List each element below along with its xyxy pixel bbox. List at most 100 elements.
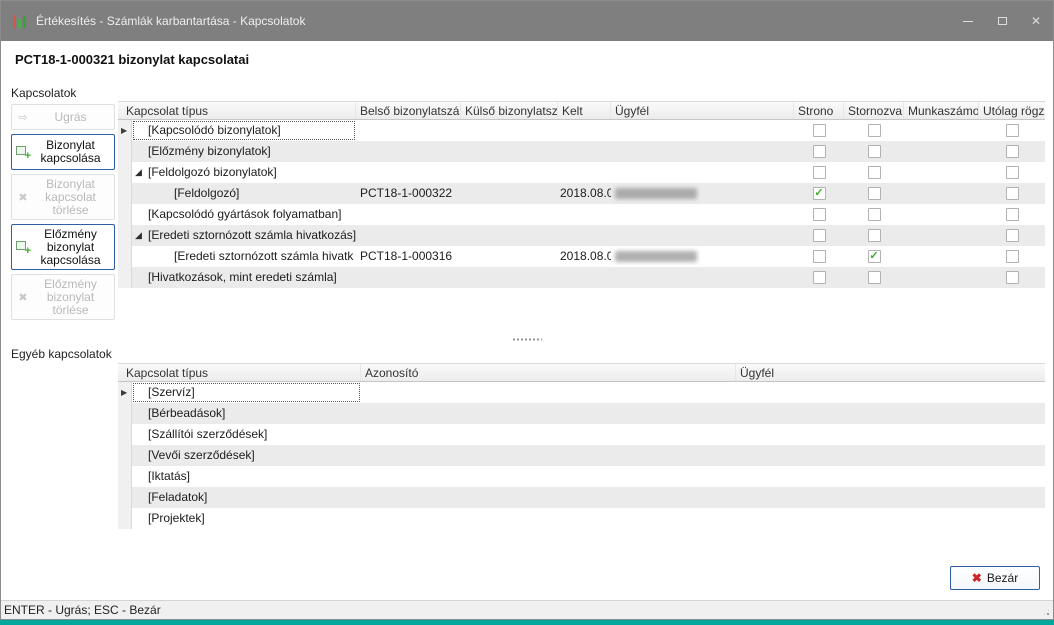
cell-ugyfel[interactable] <box>736 424 1045 445</box>
cell-belso_bizonylatszam[interactable] <box>356 141 461 162</box>
table-row[interactable]: ◢[Eredeti sztornózott számla hivatkozás] <box>118 225 1045 246</box>
cell-ugyfel[interactable] <box>736 382 1045 403</box>
cell-ugyfel[interactable] <box>736 445 1045 466</box>
checkbox-strono[interactable] <box>813 166 826 179</box>
cell-kulso_bizonylatszam[interactable] <box>461 267 558 288</box>
checkbox-strono[interactable] <box>813 250 826 263</box>
cell-munkaszamok[interactable] <box>904 225 979 246</box>
close-dialog-button[interactable]: ✖ Bezár <box>950 566 1040 590</box>
cell-kapcsolat-tipus[interactable]: [Hivatkozások, mint eredeti számla] <box>132 267 356 288</box>
table-row[interactable]: [Bérbeadások] <box>118 403 1045 424</box>
cell-kelt[interactable] <box>558 225 611 246</box>
cell-utolag[interactable] <box>979 120 1045 141</box>
cell-belso_bizonylatszam[interactable] <box>356 204 461 225</box>
cell-munkaszamok[interactable] <box>904 204 979 225</box>
checkbox-stornozva[interactable] <box>868 124 881 137</box>
cell-ugyfel[interactable] <box>611 204 794 225</box>
cell-stornozva[interactable] <box>844 120 904 141</box>
cell-stornozva[interactable] <box>844 225 904 246</box>
checkbox-utolag[interactable] <box>1006 124 1019 137</box>
cell-stornozva[interactable] <box>844 204 904 225</box>
table-row[interactable]: [Feldolgozó]PCT18-1-000322 2018.08.09. ✓ <box>118 183 1045 204</box>
cell-munkaszamok[interactable] <box>904 120 979 141</box>
link-predecessor-button[interactable]: + Előzmény bizonylat kapcsolása <box>11 224 115 270</box>
cell-strono[interactable] <box>794 246 844 267</box>
cell-strono[interactable] <box>794 141 844 162</box>
checkbox-utolag[interactable] <box>1006 229 1019 242</box>
table-row[interactable]: [Projektek] <box>118 508 1045 529</box>
cell-belso_bizonylatszam[interactable] <box>356 162 461 183</box>
cell-azonosito[interactable] <box>361 445 736 466</box>
cell-azonosito[interactable] <box>361 487 736 508</box>
cell-ugyfel[interactable] <box>736 466 1045 487</box>
checkbox-utolag[interactable] <box>1006 187 1019 200</box>
cell-kulso_bizonylatszam[interactable] <box>461 141 558 162</box>
cell-utolag[interactable] <box>979 225 1045 246</box>
cell-azonosito[interactable] <box>361 403 736 424</box>
cell-kapcsolat-tipus[interactable]: [Kapcsolódó bizonylatok] <box>132 120 356 141</box>
cell-kapcsolat-tipus[interactable]: [Szállítói szerződések] <box>132 424 361 445</box>
checkbox-utolag[interactable] <box>1006 208 1019 221</box>
table-row[interactable]: [Eredeti sztornózott számla hivatkPCT18-… <box>118 246 1045 267</box>
delete-document-link-button[interactable]: ✖ Bizonylat kapcsolat törlése <box>11 174 115 220</box>
table-row[interactable]: [Iktatás] <box>118 466 1045 487</box>
cell-strono[interactable] <box>794 162 844 183</box>
cell-utolag[interactable] <box>979 267 1045 288</box>
title-bar[interactable]: Értékesítés - Számlák karbantartása - Ka… <box>1 1 1053 41</box>
minimize-button[interactable] <box>951 1 985 41</box>
cell-ugyfel[interactable] <box>736 403 1045 424</box>
delete-predecessor-button[interactable]: ✖ Előzmény bizonylat törlése <box>11 274 115 320</box>
cell-kelt[interactable] <box>558 120 611 141</box>
cell-kulso_bizonylatszam[interactable] <box>461 246 558 267</box>
cell-munkaszamok[interactable] <box>904 162 979 183</box>
cell-kelt[interactable] <box>558 141 611 162</box>
checkbox-stornozva[interactable]: ✓ <box>868 250 881 263</box>
column-header-kapcsolat-tipus[interactable]: Kapcsolat típus <box>118 102 356 119</box>
jump-button[interactable]: ⇨ Ugrás <box>11 104 115 130</box>
cell-kapcsolat-tipus[interactable]: [Feldolgozó] <box>132 183 356 204</box>
cell-kapcsolat-tipus[interactable]: [Feladatok] <box>132 487 361 508</box>
cell-utolag[interactable] <box>979 183 1045 204</box>
cell-kelt[interactable]: 2018.08.09. <box>558 183 611 204</box>
cell-kapcsolat-tipus[interactable]: [Iktatás] <box>132 466 361 487</box>
checkbox-utolag[interactable] <box>1006 145 1019 158</box>
checkbox-stornozva[interactable] <box>868 229 881 242</box>
column-header-strono[interactable]: Strono <box>794 102 844 119</box>
checkbox-strono[interactable]: ✓ <box>813 187 826 200</box>
cell-munkaszamok[interactable] <box>904 141 979 162</box>
cell-belso_bizonylatszam[interactable] <box>356 120 461 141</box>
cell-strono[interactable] <box>794 204 844 225</box>
checkbox-strono[interactable] <box>813 124 826 137</box>
cell-belso_bizonylatszam[interactable]: PCT18-1-000322 <box>356 183 461 204</box>
cell-munkaszamok[interactable] <box>904 267 979 288</box>
table-row[interactable]: [Előzmény bizonylatok] <box>118 141 1045 162</box>
checkbox-strono[interactable] <box>813 271 826 284</box>
column-header-kelt[interactable]: Kelt <box>558 102 611 119</box>
table-row[interactable]: [Szállítói szerződések] <box>118 424 1045 445</box>
table-row[interactable]: [Vevői szerződések] <box>118 445 1045 466</box>
cell-strono[interactable] <box>794 225 844 246</box>
cell-kulso_bizonylatszam[interactable] <box>461 162 558 183</box>
column-header-kapcsolat-tipus[interactable]: Kapcsolat típus <box>118 364 361 381</box>
cell-stornozva[interactable] <box>844 162 904 183</box>
cell-belso_bizonylatszam[interactable] <box>356 225 461 246</box>
cell-utolag[interactable] <box>979 204 1045 225</box>
cell-ugyfel[interactable] <box>611 141 794 162</box>
cell-stornozva[interactable] <box>844 183 904 204</box>
table-row[interactable]: ◢[Feldolgozó bizonylatok] <box>118 162 1045 183</box>
cell-munkaszamok[interactable] <box>904 183 979 204</box>
close-button[interactable]: ✕ <box>1019 1 1053 41</box>
checkbox-strono[interactable] <box>813 229 826 242</box>
cell-azonosito[interactable] <box>361 424 736 445</box>
cell-ugyfel[interactable] <box>611 120 794 141</box>
cell-kapcsolat-tipus[interactable]: ◢[Eredeti sztornózott számla hivatkozás] <box>132 225 356 246</box>
cell-ugyfel[interactable] <box>611 162 794 183</box>
cell-ugyfel[interactable] <box>611 225 794 246</box>
cell-kapcsolat-tipus[interactable]: [Projektek] <box>132 508 361 529</box>
cell-ugyfel[interactable] <box>736 508 1045 529</box>
table-row[interactable]: [Hivatkozások, mint eredeti számla] <box>118 267 1045 288</box>
splitter[interactable] <box>1 334 1053 345</box>
cell-kelt[interactable] <box>558 204 611 225</box>
table-row[interactable]: ▶[Kapcsolódó bizonylatok] <box>118 120 1045 141</box>
checkbox-stornozva[interactable] <box>868 187 881 200</box>
